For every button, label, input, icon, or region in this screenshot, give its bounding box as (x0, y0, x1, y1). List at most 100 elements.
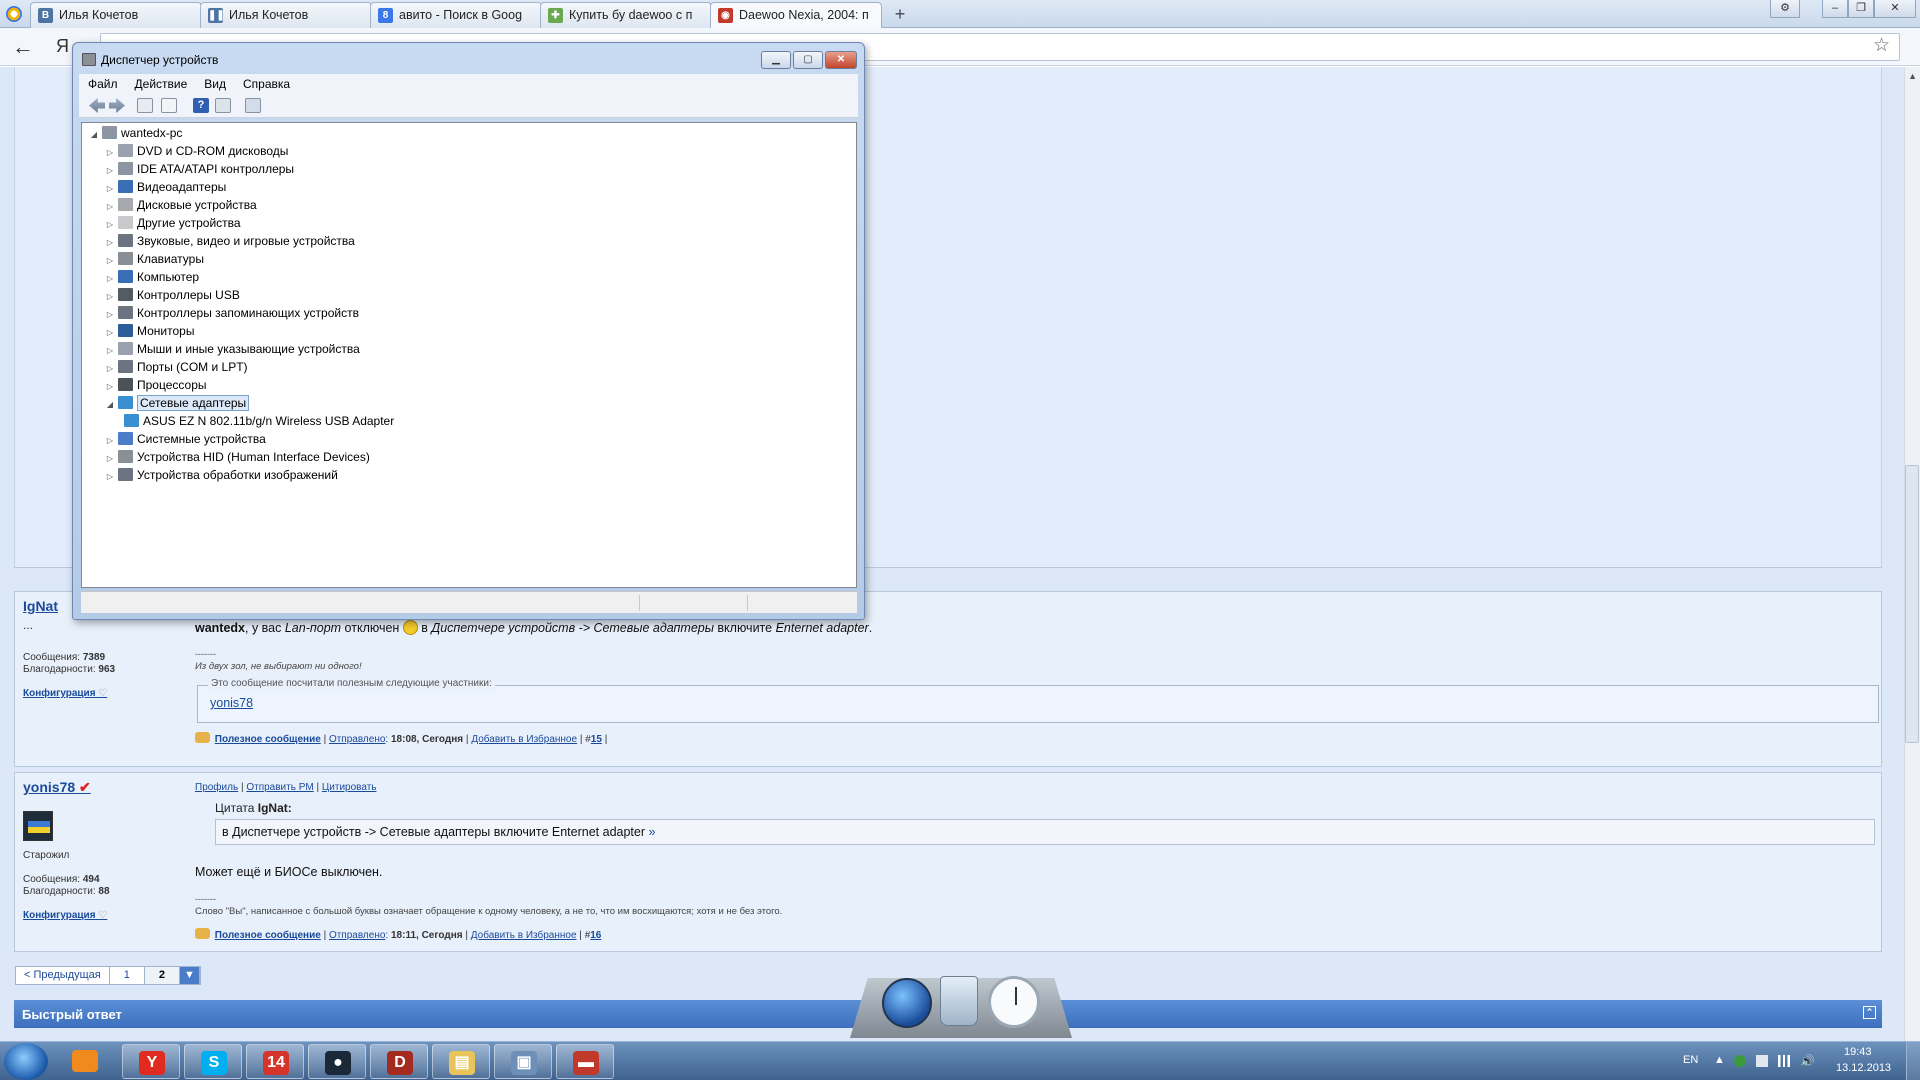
tree-category[interactable]: ▷ DVD и CD-ROM дисководы (104, 143, 288, 160)
tree-category[interactable]: ▷ Видеоадаптеры (104, 179, 226, 196)
add-favorite-link[interactable]: Добавить в Избранное (471, 734, 577, 745)
post-number-link[interactable]: 16 (590, 930, 601, 941)
view-icon[interactable] (215, 98, 231, 113)
device-manager-task[interactable]: ▣ (494, 1044, 552, 1079)
clock-time[interactable]: 19:43 (1844, 1046, 1872, 1058)
volume-icon[interactable]: 🔊 (1800, 1055, 1815, 1067)
clock-date[interactable]: 13.12.2013 (1836, 1062, 1891, 1074)
tree-category[interactable]: ▷ Контроллеры запоминающих устройств (104, 305, 359, 322)
tab-avito[interactable]: ✚ Купить бу daewoo с п (540, 2, 712, 28)
bookmark-star-icon[interactable]: ☆ (1873, 34, 1890, 57)
expand-arrow-icon[interactable]: ▷ (104, 162, 116, 179)
dota-task[interactable]: D (370, 1044, 428, 1079)
yandex-letter[interactable]: Я (56, 36, 69, 57)
config-link[interactable]: Конфигурация ♡ (23, 688, 107, 699)
tree-category[interactable]: ▷ Клавиатуры (104, 251, 204, 268)
tree-child-network-adapter[interactable]: ASUS EZ N 802.11b/g/n Wireless USB Adapt… (122, 413, 394, 430)
tray-expand-icon[interactable]: ▲ (1714, 1054, 1725, 1066)
post-number-link[interactable]: 15 (591, 734, 602, 745)
send-pm-link[interactable]: Отправить PM (246, 782, 313, 793)
back-icon[interactable] (89, 98, 105, 113)
tab-google-search[interactable]: 8 авито - Поиск в Goog (370, 2, 542, 28)
expand-arrow-icon[interactable]: ▷ (104, 288, 116, 305)
wifi-signal-icon[interactable] (1778, 1055, 1790, 1067)
explorer-task[interactable]: ▤ (432, 1044, 490, 1079)
tree-category[interactable]: ▷ Системные устройства (104, 431, 266, 448)
browser-logo-icon[interactable] (6, 6, 22, 22)
skype-task[interactable]: S (184, 1044, 242, 1079)
fourteen-task[interactable]: 14 (246, 1044, 304, 1079)
sent-link[interactable]: Отправлено (329, 930, 385, 941)
close-button[interactable]: ✕ (825, 51, 857, 69)
scroll-up-icon[interactable]: ▲ (1908, 71, 1917, 81)
media-player-icon[interactable] (72, 1050, 98, 1072)
toolbox-task[interactable]: ▬ (556, 1044, 614, 1079)
show-desktop-button[interactable] (1906, 1042, 1920, 1080)
show-hide-tree-icon[interactable] (137, 98, 153, 113)
tree-category[interactable]: ▷ Порты (COM и LPT) (104, 359, 248, 376)
forward-icon[interactable] (109, 98, 125, 113)
add-favorite-link[interactable]: Добавить в Избранное (471, 930, 577, 941)
expand-arrow-icon[interactable]: ▷ (104, 234, 116, 251)
useful-post-link[interactable]: Полезное сообщение (215, 734, 321, 745)
antivirus-icon[interactable] (1734, 1055, 1746, 1067)
profile-link[interactable]: Профиль (195, 782, 238, 793)
menu-view[interactable]: Вид (195, 74, 234, 91)
menu-help[interactable]: Справка (234, 74, 298, 91)
collapse-arrow-icon[interactable]: ◢ (104, 396, 116, 413)
maximize-button[interactable]: ▢ (793, 51, 823, 69)
tree-category[interactable]: ▷ Контроллеры USB (104, 287, 240, 304)
expand-arrow-icon[interactable]: ▷ (104, 216, 116, 233)
tab-daewoo-active[interactable]: ◉ Daewoo Nexia, 2004: п (710, 2, 882, 28)
quote-source-link[interactable]: » (649, 825, 656, 839)
yandex-browser-task[interactable]: Y (122, 1044, 180, 1079)
browser-restore-button[interactable]: ❐ (1848, 0, 1874, 18)
tree-category[interactable]: ▷ Устройства обработки изображений (104, 467, 338, 484)
avatar[interactable] (23, 811, 53, 841)
expand-arrow-icon[interactable]: ▷ (104, 360, 116, 377)
tab-vk-2[interactable]: ❚❚ Илья Кочетов (200, 2, 372, 28)
tree-root[interactable]: ◢ wantedx-pc (88, 125, 182, 142)
collapse-icon[interactable]: ⌃ (1863, 1006, 1876, 1019)
expand-arrow-icon[interactable]: ▷ (104, 306, 116, 323)
tree-category[interactable]: ▷ Устройства HID (Human Interface Devices… (104, 449, 370, 466)
language-indicator[interactable]: EN (1683, 1054, 1698, 1066)
tree-category[interactable]: ▷ Компьютер (104, 269, 199, 286)
properties-icon[interactable] (161, 98, 177, 113)
pager-prev[interactable]: < Предыдущая (16, 967, 110, 984)
expand-arrow-icon[interactable]: ▷ (104, 468, 116, 485)
thanks-user-link[interactable]: yonis78 (210, 696, 253, 710)
recycle-bin-icon[interactable] (940, 976, 978, 1026)
menu-action[interactable]: Действие (126, 74, 196, 91)
expand-arrow-icon[interactable]: ▷ (104, 450, 116, 467)
author-name[interactable]: IgNat (23, 598, 58, 614)
tree-category[interactable]: ▷ IDE ATA/ATAPI контроллеры (104, 161, 294, 178)
expand-arrow-icon[interactable]: ▷ (104, 432, 116, 449)
expand-arrow-icon[interactable]: ▷ (104, 342, 116, 359)
new-tab-button[interactable]: + (888, 3, 912, 25)
pager-page-1[interactable]: 1 (110, 967, 145, 984)
scan-hardware-icon[interactable] (245, 98, 261, 113)
help-icon[interactable]: ? (193, 98, 209, 113)
windows-orb-gadget-icon[interactable] (882, 978, 932, 1028)
action-center-flag-icon[interactable] (1756, 1055, 1768, 1067)
expand-arrow-icon[interactable]: ▷ (104, 324, 116, 341)
collapse-arrow-icon[interactable]: ◢ (88, 126, 100, 143)
tree-category[interactable]: ◢ Сетевые адаптеры (104, 395, 250, 413)
menu-file[interactable]: Файл (79, 74, 126, 91)
expand-arrow-icon[interactable]: ▷ (104, 270, 116, 287)
tree-category[interactable]: ▷ Мыши и иные указывающие устройства (104, 341, 360, 358)
expand-arrow-icon[interactable]: ▷ (104, 378, 116, 395)
tree-category[interactable]: ▷ Процессоры (104, 377, 207, 394)
sent-link[interactable]: Отправлено (329, 734, 385, 745)
config-link[interactable]: Конфигурация ♡ (23, 910, 107, 921)
tab-vk-1[interactable]: В Илья Кочетов (30, 2, 202, 28)
pager-dropdown-icon[interactable]: ▼ (180, 967, 200, 984)
browser-minimize-button[interactable]: – (1822, 0, 1848, 18)
start-button[interactable] (4, 1043, 48, 1080)
browser-close-button[interactable]: ✕ (1874, 0, 1916, 18)
tree-category[interactable]: ▷ Мониторы (104, 323, 194, 340)
expand-arrow-icon[interactable]: ▷ (104, 144, 116, 161)
page-scroll-thumb[interactable] (1905, 465, 1919, 743)
minimize-button[interactable]: ▁ (761, 51, 791, 69)
